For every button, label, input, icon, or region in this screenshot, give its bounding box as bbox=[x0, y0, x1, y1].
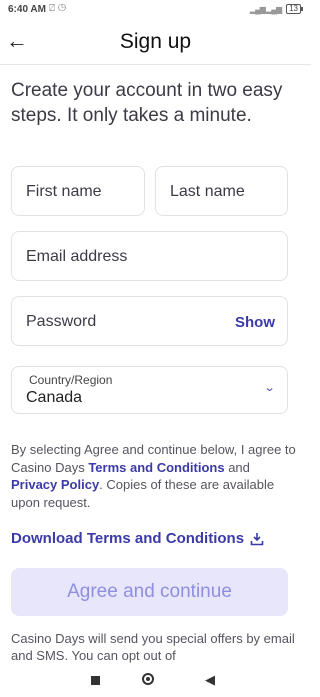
first-name-field[interactable]: First name bbox=[11, 166, 145, 216]
offers-text: Casino Days will send you special offers… bbox=[11, 631, 295, 663]
intro-text: Create your account in two easy steps. I… bbox=[11, 80, 283, 126]
status-icons: ⍁ ◷ bbox=[49, 3, 66, 14]
country-value: Canada bbox=[26, 389, 83, 406]
last-name-field[interactable]: Last name bbox=[155, 166, 288, 216]
offers-container: Casino Days will send you special offers… bbox=[0, 630, 311, 666]
nav-back-icon[interactable]: ◀ bbox=[205, 672, 215, 688]
country-label: Country/Region bbox=[29, 373, 113, 387]
battery-icon: 13 bbox=[286, 4, 303, 14]
signal-icon: ▂▄▆ ▂▄▆ bbox=[249, 4, 282, 14]
email-field[interactable]: Email address bbox=[11, 231, 288, 281]
terms-text: By selecting Agree and continue below, I… bbox=[11, 441, 296, 511]
terms-and: and bbox=[224, 459, 250, 475]
password-placeholder: Password bbox=[26, 313, 97, 330]
status-bar: 6:40 AM ⍁ ◷ ▂▄▆ ▂▄▆ 13 bbox=[0, 0, 311, 20]
chevron-down-icon: ⌄ bbox=[263, 382, 276, 394]
download-icon bbox=[250, 532, 264, 545]
home-icon[interactable] bbox=[142, 673, 154, 685]
download-terms-link[interactable]: Download Terms and Conditions bbox=[11, 530, 264, 547]
show-password-button[interactable]: Show bbox=[235, 314, 275, 331]
recents-icon[interactable] bbox=[91, 676, 100, 685]
terms-link[interactable]: Terms and Conditions bbox=[88, 460, 224, 475]
status-time: 6:40 AM bbox=[8, 4, 46, 15]
agree-and-continue-button[interactable]: Agree and continue bbox=[11, 568, 288, 616]
download-terms-label: Download Terms and Conditions bbox=[11, 530, 245, 547]
page-title: Sign up bbox=[119, 30, 192, 53]
system-nav-bar: ◀ bbox=[0, 666, 311, 697]
country-select[interactable]: Country/Region Canada ⌄ bbox=[11, 366, 288, 414]
last-name-placeholder: Last name bbox=[170, 183, 245, 200]
email-placeholder: Email address bbox=[26, 248, 128, 265]
first-name-placeholder: First name bbox=[26, 183, 102, 200]
privacy-link[interactable]: Privacy Policy bbox=[11, 477, 99, 492]
password-field[interactable]: Password Show bbox=[11, 296, 288, 346]
app-bar: ← Sign up bbox=[0, 20, 311, 65]
status-right: ▂▄▆ ▂▄▆ 13 bbox=[249, 4, 303, 14]
